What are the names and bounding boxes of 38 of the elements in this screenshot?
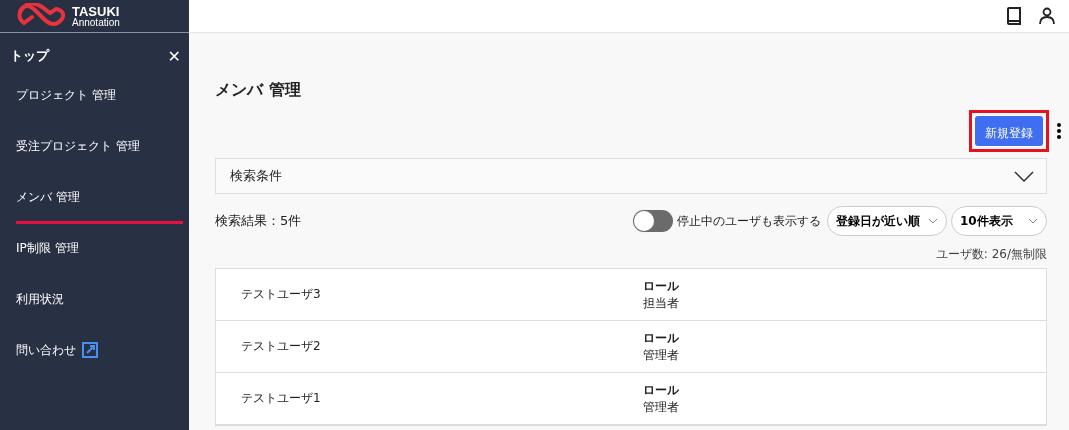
result-count: 検索結果：5件 <box>215 212 302 230</box>
user-row[interactable]: テストユーザ1 ロール 管理者 <box>216 373 1046 425</box>
page-title: メンバ 管理 <box>215 80 302 100</box>
toggle-label: 停止中のユーザも表示する <box>677 212 821 230</box>
new-button[interactable]: 新規登録 <box>975 116 1043 146</box>
logo-name: TASUKI <box>72 4 120 18</box>
role-label: ロール <box>643 382 679 399</box>
logo-subtitle: Annotation <box>72 17 120 28</box>
sidebar-item[interactable]: 問い合わせ <box>16 326 183 377</box>
sidebar-item[interactable]: プロジェクト 管理 <box>16 71 183 122</box>
user-name: テストユーザ1 <box>241 390 322 407</box>
sidebar-item[interactable]: メンバ 管理 <box>16 173 183 224</box>
sidebar-item[interactable]: 受注プロジェクト 管理 <box>16 122 183 173</box>
per-page-select[interactable]: 10件表示 <box>951 206 1047 236</box>
search-panel[interactable]: 検索条件 <box>215 158 1047 194</box>
caret-icon <box>928 218 938 224</box>
user-row[interactable]: テストユーザ2 ロール 管理者 <box>216 321 1046 373</box>
user-icon[interactable] <box>1038 7 1056 25</box>
close-button[interactable]: ✕ <box>167 46 181 66</box>
search-panel-label: 検索条件 <box>230 167 282 185</box>
sidebar-title[interactable]: トップ <box>10 47 49 65</box>
book-icon[interactable] <box>1006 7 1022 25</box>
role-value: 管理者 <box>643 346 679 363</box>
caret-icon <box>1028 218 1038 224</box>
role-value: 担当者 <box>643 294 679 311</box>
user-row[interactable]: テストユーザ3 ロール 担当者 <box>216 269 1046 321</box>
role-label: ロール <box>643 278 679 295</box>
sidebar-item[interactable]: 利用状況 <box>16 275 183 326</box>
user-name: テストユーザ3 <box>241 286 322 303</box>
role-label: ロール <box>643 330 679 347</box>
logo-icon <box>16 3 66 29</box>
user-quota: ユーザ数: 26/無制限 <box>935 246 1047 263</box>
toggle-switch[interactable] <box>633 210 673 232</box>
sort-select[interactable]: 登録日が近い順 <box>827 206 947 236</box>
sidebar-item[interactable]: IP制限 管理 <box>16 224 183 275</box>
user-name: テストユーザ2 <box>241 338 322 355</box>
more-icon[interactable] <box>1057 123 1061 139</box>
role-value: 管理者 <box>643 398 679 415</box>
